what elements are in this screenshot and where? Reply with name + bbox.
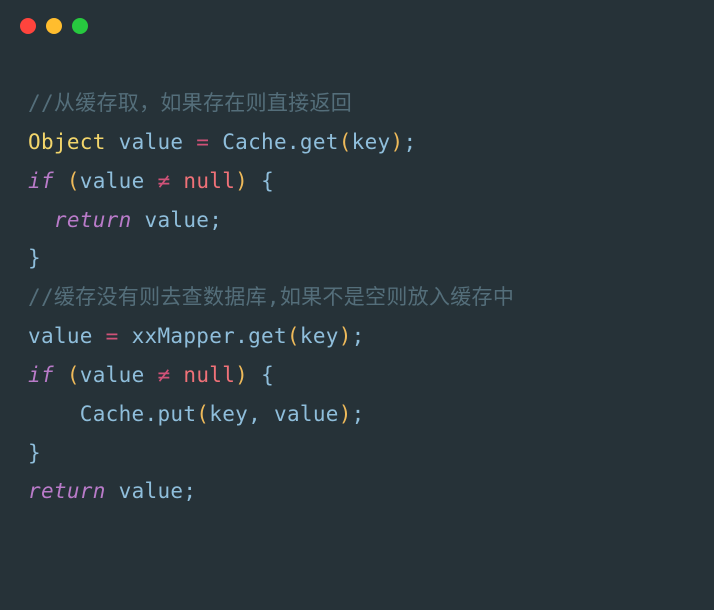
- token-plain: [170, 169, 183, 193]
- token-punct: }: [28, 246, 41, 270]
- close-icon[interactable]: [20, 18, 36, 34]
- code-block: //从缓存取，如果存在则直接返回Object value = Cache.get…: [0, 44, 714, 531]
- token-plain: [106, 479, 119, 503]
- code-line: return value;: [28, 201, 686, 240]
- token-punct-round: ): [391, 130, 404, 154]
- token-punct: ;: [183, 479, 196, 503]
- token-comment: //缓存没有则去查数据库,如果不是空则放入缓存中: [28, 285, 514, 309]
- token-null-lit: null: [183, 363, 235, 387]
- token-punct-round: (: [67, 169, 80, 193]
- token-method: get: [248, 324, 287, 348]
- token-punct: ;: [209, 208, 222, 232]
- token-method: get: [300, 130, 339, 154]
- token-identifier: value: [274, 402, 339, 426]
- token-plain: [248, 169, 261, 193]
- token-identifier: key: [209, 402, 248, 426]
- token-plain: [183, 130, 196, 154]
- token-plain: [209, 130, 222, 154]
- indent: [28, 402, 80, 426]
- token-identifier: value: [119, 130, 184, 154]
- token-operator: =: [106, 324, 119, 348]
- token-punct-round: (: [67, 363, 80, 387]
- token-identifier: key: [300, 324, 339, 348]
- token-identifier: value: [80, 363, 145, 387]
- token-plain: [132, 208, 145, 232]
- token-null-lit: null: [183, 169, 235, 193]
- code-line: value = xxMapper.get(key);: [28, 317, 686, 356]
- token-plain: [170, 363, 183, 387]
- token-punct: .: [287, 130, 300, 154]
- maximize-icon[interactable]: [72, 18, 88, 34]
- token-punct-round: ): [339, 402, 352, 426]
- token-keyword: if: [28, 169, 54, 193]
- minimize-icon[interactable]: [46, 18, 62, 34]
- token-identifier: value: [119, 479, 184, 503]
- code-line: Cache.put(key, value);: [28, 395, 686, 434]
- token-punct-round: ): [339, 324, 352, 348]
- token-plain: [145, 363, 158, 387]
- token-operator: ≠: [157, 169, 170, 193]
- token-punct-round: (: [196, 402, 209, 426]
- token-plain: [145, 169, 158, 193]
- token-plain: [106, 130, 119, 154]
- token-punct: ,: [248, 402, 261, 426]
- code-line: return value;: [28, 472, 686, 511]
- token-identifier: Cache: [222, 130, 287, 154]
- token-keyword: return: [28, 479, 106, 503]
- token-comment: //从缓存取，如果存在则直接返回: [28, 91, 352, 115]
- token-plain: [54, 363, 67, 387]
- token-punct: .: [145, 402, 158, 426]
- token-identifier: key: [352, 130, 391, 154]
- token-punct: {: [261, 169, 274, 193]
- token-plain: [248, 363, 261, 387]
- code-line: if (value ≠ null) {: [28, 162, 686, 201]
- token-identifier: value: [80, 169, 145, 193]
- token-plain: [119, 324, 132, 348]
- token-identifier: Cache: [80, 402, 145, 426]
- token-punct: }: [28, 441, 41, 465]
- token-identifier: value: [145, 208, 210, 232]
- token-punct-round: ): [235, 363, 248, 387]
- token-punct-round: ): [235, 169, 248, 193]
- token-identifier: xxMapper: [132, 324, 236, 348]
- token-method: put: [157, 402, 196, 426]
- token-plain: [54, 169, 67, 193]
- token-punct-round: (: [339, 130, 352, 154]
- code-window: //从缓存取，如果存在则直接返回Object value = Cache.get…: [0, 0, 714, 610]
- code-line: if (value ≠ null) {: [28, 356, 686, 395]
- token-punct-round: (: [287, 324, 300, 348]
- token-punct: {: [261, 363, 274, 387]
- token-punct: .: [235, 324, 248, 348]
- token-keyword: return: [54, 208, 132, 232]
- token-identifier: value: [28, 324, 93, 348]
- code-line: Object value = Cache.get(key);: [28, 123, 686, 162]
- token-plain: [93, 324, 106, 348]
- titlebar: [0, 0, 714, 44]
- token-punct: ;: [403, 130, 416, 154]
- token-plain: [261, 402, 274, 426]
- token-operator: ≠: [157, 363, 170, 387]
- indent: [28, 208, 54, 232]
- code-line: //缓存没有则去查数据库,如果不是空则放入缓存中: [28, 278, 686, 317]
- token-type: Object: [28, 130, 106, 154]
- token-operator: =: [196, 130, 209, 154]
- token-keyword: if: [28, 363, 54, 387]
- code-line: //从缓存取，如果存在则直接返回: [28, 84, 686, 123]
- code-line: }: [28, 434, 686, 473]
- code-line: }: [28, 239, 686, 278]
- token-punct: ;: [352, 402, 365, 426]
- token-punct: ;: [352, 324, 365, 348]
